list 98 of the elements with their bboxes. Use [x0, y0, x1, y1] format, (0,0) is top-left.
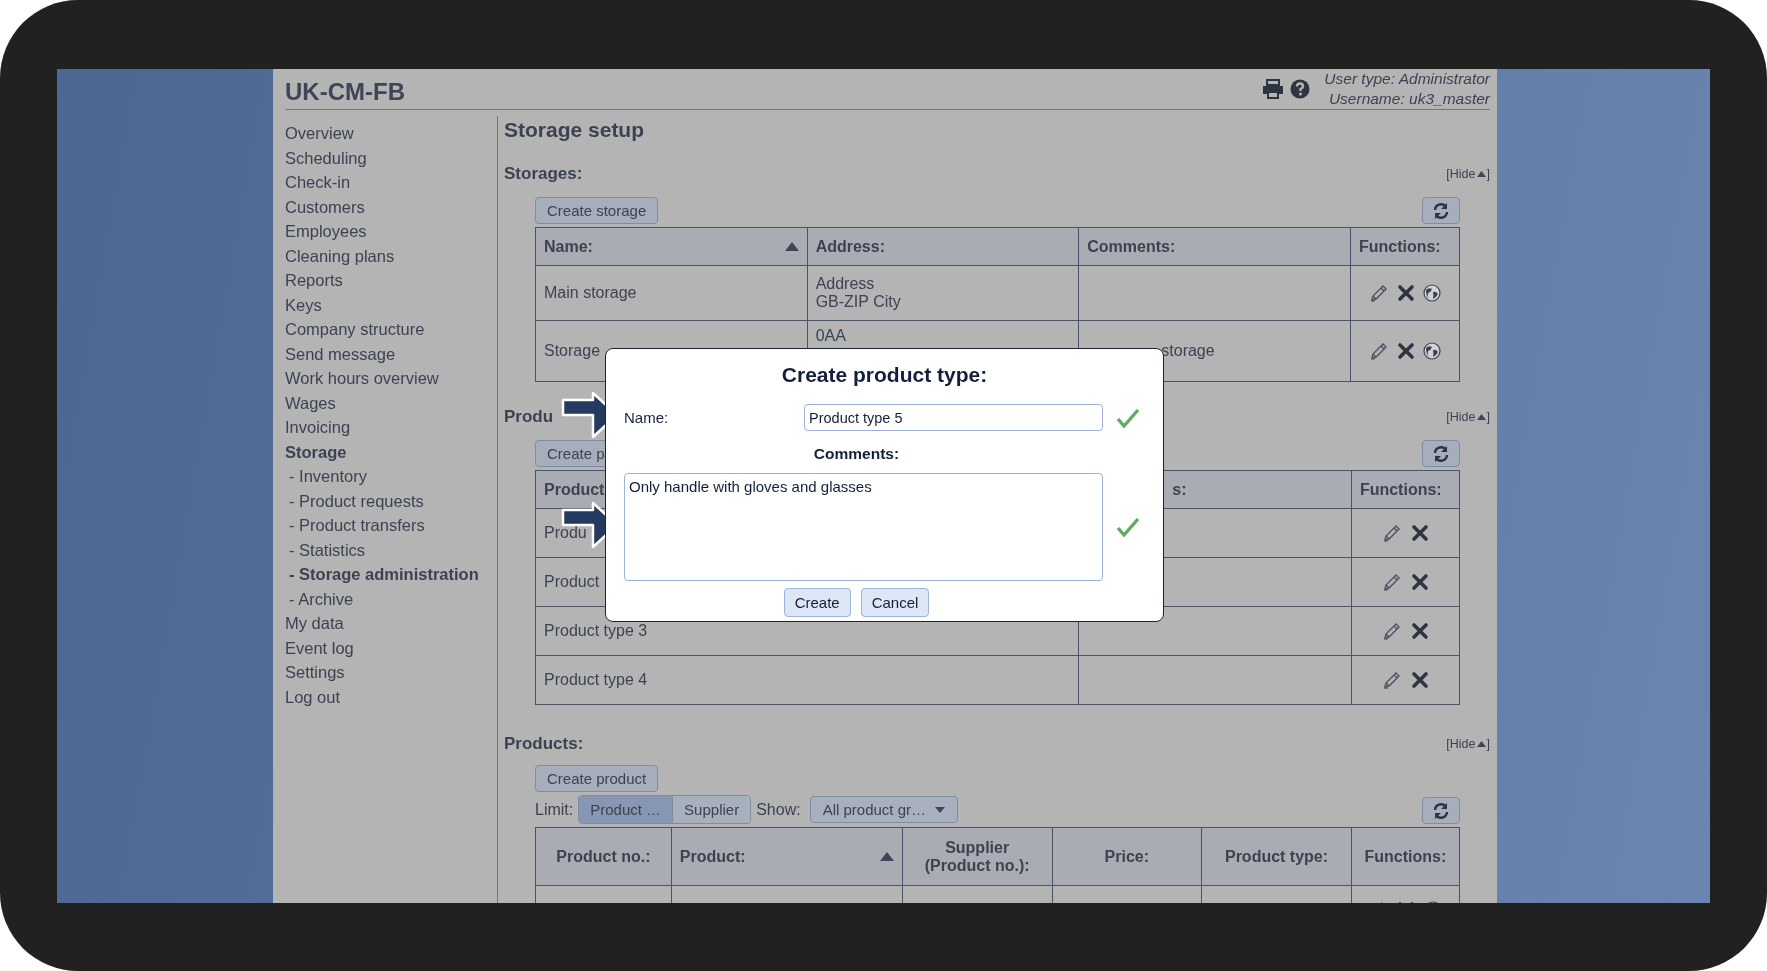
sidebar-item[interactable]: Work hours overview — [285, 366, 439, 391]
sidebar-item[interactable]: Event log — [285, 635, 354, 660]
caret-icon — [1476, 741, 1486, 747]
pencil-icon — [1381, 523, 1402, 543]
section-title: Products: — [504, 734, 584, 754]
help-icon — [1290, 79, 1311, 99]
section-title: Produ — [504, 407, 554, 427]
sidebar-item[interactable]: - Product transfers — [285, 513, 425, 538]
app-title: UK-CM-FB — [285, 78, 405, 106]
sidebar-item[interactable]: - Product requests — [285, 488, 424, 513]
column-header: Supplier (Product no.): — [924, 838, 1030, 875]
globe-icon — [1422, 342, 1441, 360]
name-field[interactable]: Product type 5 — [804, 404, 1103, 431]
dialog-button[interactable]: Create — [783, 588, 851, 617]
sidebar-item[interactable]: - Inventory — [285, 464, 367, 489]
sidebar-item[interactable]: Storage — [285, 439, 347, 464]
refresh-button[interactable] — [1422, 197, 1460, 224]
sidebar-item[interactable]: Wages — [285, 390, 336, 415]
refresh-button[interactable] — [1422, 440, 1460, 467]
sidebar-item[interactable]: Reports — [285, 268, 343, 293]
segment-tab[interactable]: Supplier — [672, 796, 751, 823]
comments-label: Comments: — [812, 445, 901, 463]
hide-link[interactable]: [Hide ] — [1446, 410, 1490, 424]
table-cell: storage — [1161, 342, 1215, 359]
group-dropdown[interactable]: All product gr… — [809, 796, 958, 823]
delete-icon — [1396, 342, 1415, 360]
table-cell: Main storage — [544, 284, 637, 301]
sidebar-item[interactable]: - Archive — [285, 586, 354, 611]
sidebar-item[interactable]: Employees — [285, 219, 367, 244]
table-cell: 0AA — [815, 327, 846, 344]
column-header: Functions: — [1358, 237, 1441, 256]
globe-icon — [1422, 284, 1441, 302]
name-label: Name: — [624, 409, 670, 426]
column-header: Product: — [679, 847, 746, 866]
username: Username: uk3_master — [1327, 89, 1490, 109]
sidebar-item[interactable]: Company structure — [285, 317, 425, 342]
segment-tab[interactable]: Product … — [579, 796, 673, 823]
column-header: Product no.: — [556, 847, 651, 866]
sidebar-item[interactable]: Customers — [285, 194, 365, 219]
create-button[interactable]: Create product — [535, 765, 659, 792]
column-header: Product — [544, 480, 605, 499]
sidebar-item[interactable]: Overview — [285, 121, 354, 146]
delete-icon — [1410, 524, 1429, 542]
sort-icon — [784, 242, 799, 251]
column-header: Price: — [1104, 847, 1150, 866]
show-label: Show: — [756, 800, 801, 819]
user-type: User type: Administrator — [1324, 69, 1490, 89]
refresh-button[interactable] — [1422, 797, 1460, 824]
hide-link[interactable]: [Hide ] — [1446, 737, 1490, 751]
pencil-icon — [1381, 621, 1402, 641]
comments-field[interactable]: Only handle with gloves and glasses — [624, 473, 1103, 581]
table-cell: Storage — [544, 342, 601, 359]
sidebar-item[interactable]: Invoicing — [285, 415, 351, 440]
sidebar-item[interactable]: Cleaning plans — [285, 243, 395, 268]
refresh-icon — [1432, 201, 1450, 220]
caret-icon — [1476, 414, 1486, 420]
refresh-icon — [1432, 801, 1450, 820]
column-header: Functions: — [1359, 480, 1442, 499]
delete-icon — [1410, 622, 1429, 640]
table-cell: Product — [544, 573, 600, 590]
dialog-title: Create product type: — [780, 363, 989, 387]
column-header: Name: — [544, 237, 593, 256]
column-header: Functions: — [1364, 847, 1447, 866]
limit-label: Limit: — [535, 800, 574, 819]
sidebar-item[interactable]: Log out — [285, 684, 341, 709]
create-button[interactable]: Create storage — [535, 197, 659, 224]
sidebar-item[interactable]: Send message — [285, 341, 396, 366]
caret-icon — [935, 806, 945, 813]
sidebar-item[interactable]: - Storage administration — [285, 562, 479, 587]
table-cell: Product type 4 — [544, 671, 648, 688]
sidebar-item[interactable]: My data — [285, 611, 344, 636]
sidebar-item[interactable]: Settings — [285, 660, 345, 685]
printer-icon — [1262, 79, 1285, 99]
delete-icon — [1396, 284, 1415, 302]
pencil-icon — [1368, 341, 1389, 361]
sidebar-item[interactable]: Keys — [285, 292, 322, 317]
table-cell: Product type 3 — [544, 622, 648, 639]
dialog-button[interactable]: Cancel — [860, 588, 930, 617]
column-header: s: — [1172, 480, 1187, 499]
delete-icon — [1410, 671, 1429, 689]
table-cell: Produ — [544, 524, 587, 541]
column-header: Product type: — [1224, 847, 1329, 866]
pencil-icon — [1381, 670, 1402, 690]
column-header: Address: — [815, 237, 885, 256]
sidebar-item[interactable]: Scheduling — [285, 145, 367, 170]
sidebar-item[interactable]: Check-in — [285, 170, 351, 195]
sort-icon — [879, 852, 894, 861]
delete-icon — [1410, 573, 1429, 591]
column-header: Comments: — [1087, 237, 1176, 256]
page-title: Storage setup — [504, 117, 646, 143]
hide-link[interactable]: [Hide ] — [1446, 167, 1490, 181]
caret-icon — [1476, 171, 1486, 177]
section-title: Storages: — [504, 164, 583, 184]
refresh-icon — [1432, 444, 1450, 463]
pencil-icon — [1381, 572, 1402, 592]
sidebar-item[interactable]: - Statistics — [285, 537, 366, 562]
table-cell: Address GB-ZIP City — [815, 275, 901, 310]
pencil-icon — [1368, 283, 1389, 303]
